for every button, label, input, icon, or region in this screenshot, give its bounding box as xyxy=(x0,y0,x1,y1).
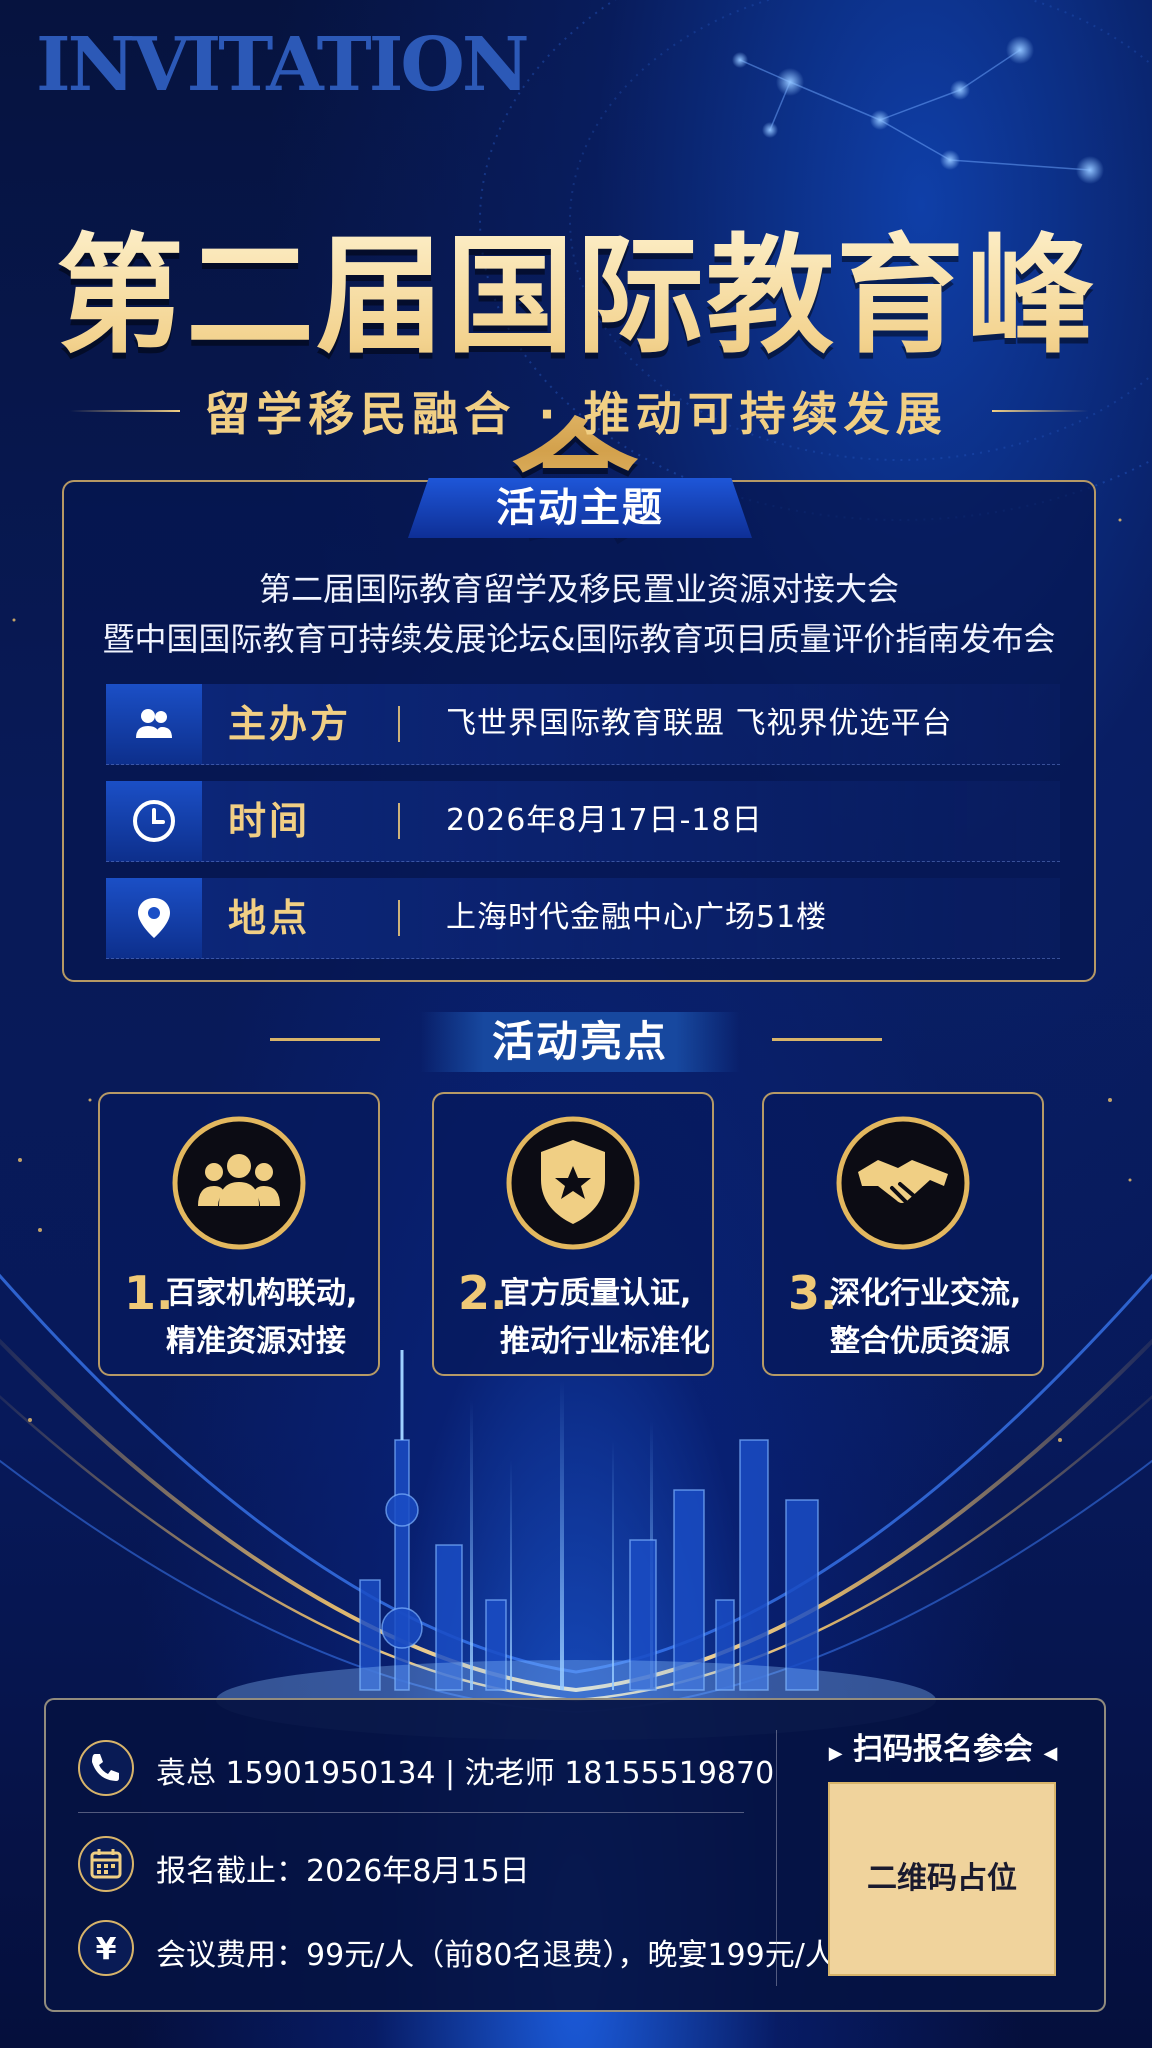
highlight-card-3: 3. 深化行业交流, 整合优质资源 xyxy=(762,1092,1044,1376)
info-row-organizer: 主办方 飞世界国际教育联盟 飞视界优选平台 xyxy=(106,684,1060,765)
contact-vertical-divider xyxy=(776,1730,777,1986)
info-row-time: 时间 2026年8月17日-18日 xyxy=(106,781,1060,862)
highlight-text-line2: 推动行业标准化 xyxy=(500,1324,710,1359)
highlight-text-line1: 百家机构联动, xyxy=(166,1276,358,1311)
scan-register-title: ▶ 扫码报名参会 ◀ xyxy=(808,1724,1078,1768)
location-pin-icon xyxy=(106,878,202,958)
contact-divider xyxy=(78,1812,744,1813)
info-label-time: 时间 xyxy=(228,799,311,843)
phone-icon xyxy=(78,1740,134,1796)
info-separator xyxy=(398,900,400,936)
scan-register-label: 扫码报名参会 xyxy=(853,1732,1033,1767)
info-label-location: 地点 xyxy=(228,896,311,940)
theme-tab: 活动主题 xyxy=(408,478,752,538)
triangle-left-icon: ◀ xyxy=(1043,1743,1058,1764)
info-row-location: 地点 上海时代金融中心广场51楼 xyxy=(106,878,1060,959)
info-value-location: 上海时代金融中心广场51楼 xyxy=(446,900,828,935)
highlight-card-2: 2. 官方质量认证, 推动行业标准化 xyxy=(432,1092,714,1376)
qr-code-placeholder[interactable]: 二维码占位 xyxy=(828,1782,1056,1976)
info-value-organizer: 飞世界国际教育联盟 飞视界优选平台 xyxy=(446,706,953,741)
highlights-tab: 活动亮点 xyxy=(420,1012,740,1072)
people-icon xyxy=(106,684,202,764)
invitation-watermark: INVITATION xyxy=(36,22,529,108)
highlight-left-deco xyxy=(270,1038,380,1041)
subtitle-row: 留学移民融合 · 推动可持续发展 xyxy=(0,378,1152,441)
highlight-card-1: 1. 百家机构联动, 精准资源对接 xyxy=(98,1092,380,1376)
info-value-time: 2026年8月17日-18日 xyxy=(446,803,763,838)
triangle-right-icon: ▶ xyxy=(828,1743,843,1764)
yen-icon: ¥ xyxy=(78,1920,134,1976)
shield-star-icon xyxy=(506,1116,640,1250)
theme-line-1: 第二届国际教育留学及移民置业资源对接大会 xyxy=(258,570,899,608)
handshake-icon xyxy=(836,1116,970,1250)
svg-text:¥: ¥ xyxy=(96,1932,117,1967)
contact-fee: 会议费用：99元/人（前80名退费），晚宴199元/人 xyxy=(156,1938,835,1973)
invitation-poster: INVITATION 第二届国际教育峰会 第二届国际教育峰会 留学移民融合 · … xyxy=(0,0,1152,2048)
highlight-text-line1: 深化行业交流, xyxy=(830,1276,1022,1311)
highlight-text-line1: 官方质量认证, xyxy=(500,1276,692,1311)
calendar-icon xyxy=(78,1836,134,1892)
group-icon xyxy=(172,1116,306,1250)
contact-phone-line: 袁总 15901950134 | 沈老师 18155519870 xyxy=(156,1756,775,1791)
info-separator xyxy=(398,706,400,742)
highlight-right-deco xyxy=(772,1038,882,1041)
subtitle-right-line xyxy=(992,410,1088,412)
subtitle: 留学移民融合 · 推动可持续发展 xyxy=(204,387,948,441)
info-separator xyxy=(398,803,400,839)
info-label-organizer: 主办方 xyxy=(228,702,352,746)
contact-deadline: 报名截止：2026年8月15日 xyxy=(156,1854,530,1889)
highlight-text-line2: 精准资源对接 xyxy=(166,1324,346,1359)
highlight-text-line2: 整合优质资源 xyxy=(830,1324,1010,1359)
clock-icon xyxy=(106,781,202,861)
theme-line-2: 暨中国国际教育可持续发展论坛&国际教育项目质量评价指南发布会 xyxy=(102,620,1056,658)
